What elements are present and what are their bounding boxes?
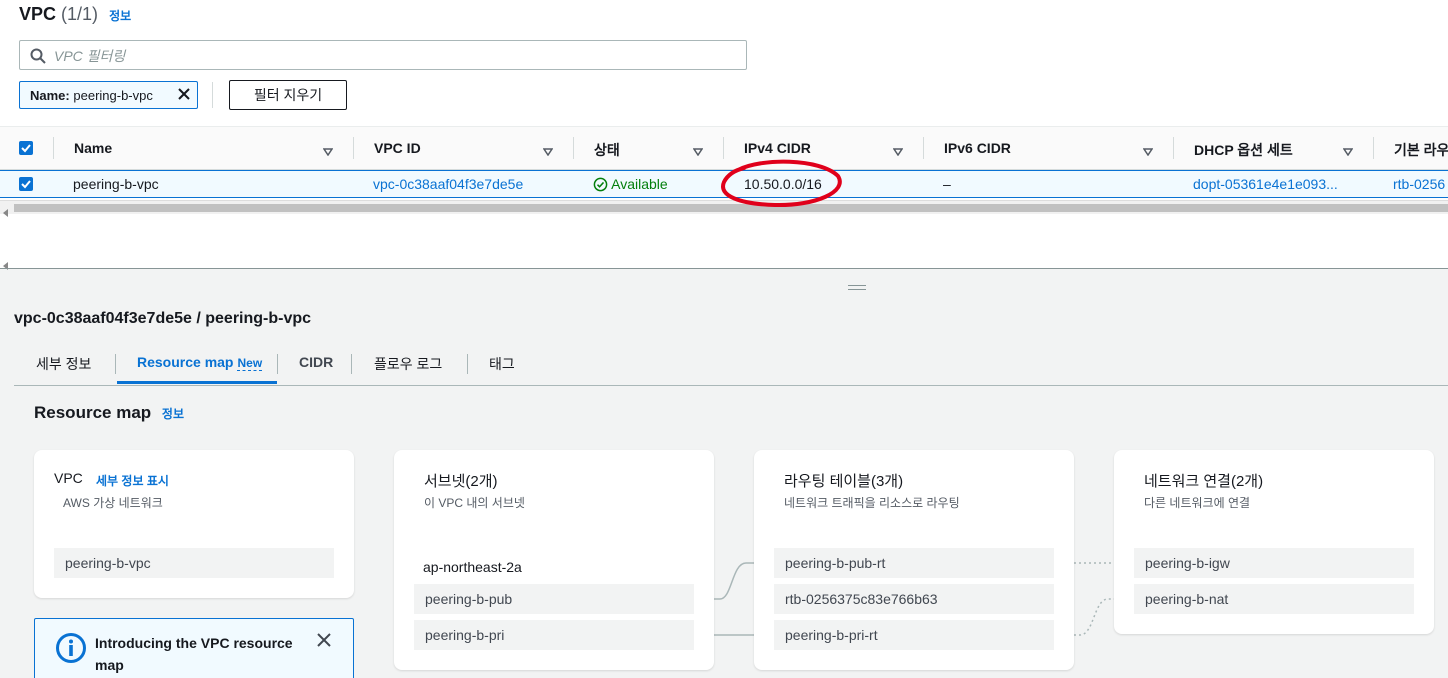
lower-scrollbar[interactable] <box>0 254 1448 270</box>
column-divider <box>53 137 54 159</box>
resource-map-title: Resource map 정보 <box>34 403 184 422</box>
column-divider <box>573 137 574 159</box>
network-card-subtitle: 다른 네트워크에 연결 <box>1144 496 1251 510</box>
vpc-card: VPC 세부 정보 표시 AWS 가상 네트워크 peering-b-vpc <box>34 450 354 598</box>
selection-count: (1/1) <box>61 4 99 24</box>
sort-caret-icon[interactable] <box>542 143 554 161</box>
tab-divider <box>115 354 116 374</box>
horizontal-scrollbar[interactable] <box>0 200 1448 217</box>
cell-dhcp-link[interactable]: dopt-05361e4e1e093... <box>1193 176 1338 192</box>
tab-tags[interactable]: 태그 <box>489 354 515 374</box>
column-divider <box>723 137 724 159</box>
info-link[interactable]: 정보 <box>109 9 131 23</box>
column-divider <box>923 137 924 159</box>
column-header-ipv4-cidr[interactable]: IPv4 CIDR <box>744 140 811 156</box>
info-banner: Introducing the VPC resource map <box>34 618 354 678</box>
detail-title: vpc-0c38aaf04f3e7de5e / peering-b-vpc <box>14 310 312 327</box>
sort-caret-icon[interactable] <box>322 143 334 161</box>
vpc-list-panel: VPC (1/1) 정보 Name: peering-b-vpc 필터 지우기 … <box>0 0 1448 270</box>
filter-chip-value: peering-b-vpc <box>73 88 153 103</box>
table-row[interactable]: peering-b-vpc vpc-0c38aaf04f3e7de5e Avai… <box>0 170 1448 198</box>
scroll-left-icon[interactable] <box>3 204 9 222</box>
route-table-item[interactable]: rtb-0256375c83e766b63 <box>774 584 1054 614</box>
cell-name: peering-b-vpc <box>73 176 159 192</box>
column-header-status[interactable]: 상태 <box>594 140 620 160</box>
status-text: Available <box>611 176 668 192</box>
active-tab-underline <box>117 381 277 384</box>
search-box[interactable] <box>19 40 747 70</box>
availability-zone: ap-northeast-2a <box>423 559 522 575</box>
route-tables-card: 라우팅 테이블(3개) 네트워크 트래픽을 리소스로 라우팅 peering-b… <box>754 450 1074 670</box>
sort-caret-icon[interactable] <box>1142 143 1154 161</box>
page-title: VPC (1/1) 정보 <box>19 4 132 24</box>
cell-ipv6-cidr: – <box>943 176 951 192</box>
scrollbar-thumb[interactable] <box>14 204 1448 212</box>
route-table-item[interactable]: peering-b-pub-rt <box>774 548 1054 578</box>
column-header-name[interactable]: Name <box>74 140 112 156</box>
filter-chip: Name: peering-b-vpc <box>19 81 198 109</box>
split-divider[interactable] <box>0 268 1448 269</box>
cell-ipv4-cidr: 10.50.0.0/16 <box>744 176 822 192</box>
resize-handle-icon[interactable] <box>848 285 866 290</box>
info-circle-icon <box>55 632 87 669</box>
toolbar-divider <box>212 82 213 108</box>
vpc-card-title: VPC <box>54 470 83 486</box>
network-item[interactable]: peering-b-igw <box>1134 548 1414 578</box>
tab-cidr[interactable]: CIDR <box>299 354 333 370</box>
tab-details[interactable]: 세부 정보 <box>36 354 91 374</box>
banner-text: Introducing the VPC resource map <box>95 635 293 673</box>
cell-route-table-link[interactable]: rtb-0256 <box>1393 176 1445 192</box>
route-tables-card-subtitle: 네트워크 트래픽을 리소스로 라우팅 <box>784 496 960 510</box>
vpc-card-subtitle: AWS 가상 네트워크 <box>63 496 163 510</box>
info-link[interactable]: 정보 <box>162 407 184 421</box>
column-divider <box>1173 137 1174 159</box>
search-icon <box>30 48 46 69</box>
tab-flow-logs[interactable]: 플로우 로그 <box>374 354 442 374</box>
table-header: Name VPC ID 상태 IPv4 CIDR IPv6 CIDR DHCP … <box>0 126 1448 170</box>
subnets-card-subtitle: 이 VPC 내의 서브넷 <box>424 496 525 510</box>
select-all-checkbox[interactable] <box>19 141 33 155</box>
sort-caret-icon[interactable] <box>1342 143 1354 161</box>
sort-caret-icon[interactable] <box>692 143 704 161</box>
new-badge: New <box>237 356 263 371</box>
column-header-vpc-id[interactable]: VPC ID <box>374 140 421 156</box>
network-card-title: 네트워크 연결(2개) <box>1144 473 1264 490</box>
tab-divider <box>277 354 278 374</box>
subnets-card: 서브넷(2개) 이 VPC 내의 서브넷 ap-northeast-2a pee… <box>394 450 714 670</box>
column-divider <box>1373 137 1374 159</box>
subnet-item[interactable]: peering-b-pri <box>414 620 694 650</box>
success-check-icon <box>593 176 608 192</box>
row-checkbox[interactable] <box>19 177 33 191</box>
detail-tabs: 세부 정보 Resource map New CIDR 플로우 로그 태그 <box>14 350 1448 386</box>
close-icon[interactable] <box>177 87 191 104</box>
column-header-dhcp[interactable]: DHCP 옵션 세트 <box>1194 140 1293 160</box>
route-tables-card-title: 라우팅 테이블(3개) <box>784 473 904 490</box>
sort-caret-icon[interactable] <box>892 143 904 161</box>
subnets-card-title: 서브넷(2개) <box>424 473 498 490</box>
route-table-item[interactable]: peering-b-pri-rt <box>774 620 1054 650</box>
scroll-left-icon[interactable] <box>3 257 9 275</box>
show-details-link[interactable]: 세부 정보 표시 <box>96 472 169 489</box>
column-header-ipv6-cidr[interactable]: IPv6 CIDR <box>944 140 1011 156</box>
search-input[interactable] <box>54 46 734 66</box>
network-connections-card: 네트워크 연결(2개) 다른 네트워크에 연결 peering-b-igw pe… <box>1114 450 1434 634</box>
tab-divider <box>351 354 352 374</box>
tab-divider <box>467 354 468 374</box>
cell-status: Available <box>593 176 668 192</box>
column-header-route-table[interactable]: 기본 라우 <box>1394 140 1448 160</box>
close-icon[interactable] <box>317 633 331 652</box>
network-item[interactable]: peering-b-nat <box>1134 584 1414 614</box>
clear-filters-button[interactable]: 필터 지우기 <box>229 80 347 110</box>
vpc-item[interactable]: peering-b-vpc <box>54 548 334 578</box>
subnet-item[interactable]: peering-b-pub <box>414 584 694 614</box>
tab-resource-map[interactable]: Resource map New <box>137 354 263 371</box>
cell-vpc-id-link[interactable]: vpc-0c38aaf04f3e7de5e <box>373 176 523 192</box>
filter-chip-key: Name: <box>30 88 70 103</box>
column-divider <box>353 137 354 159</box>
